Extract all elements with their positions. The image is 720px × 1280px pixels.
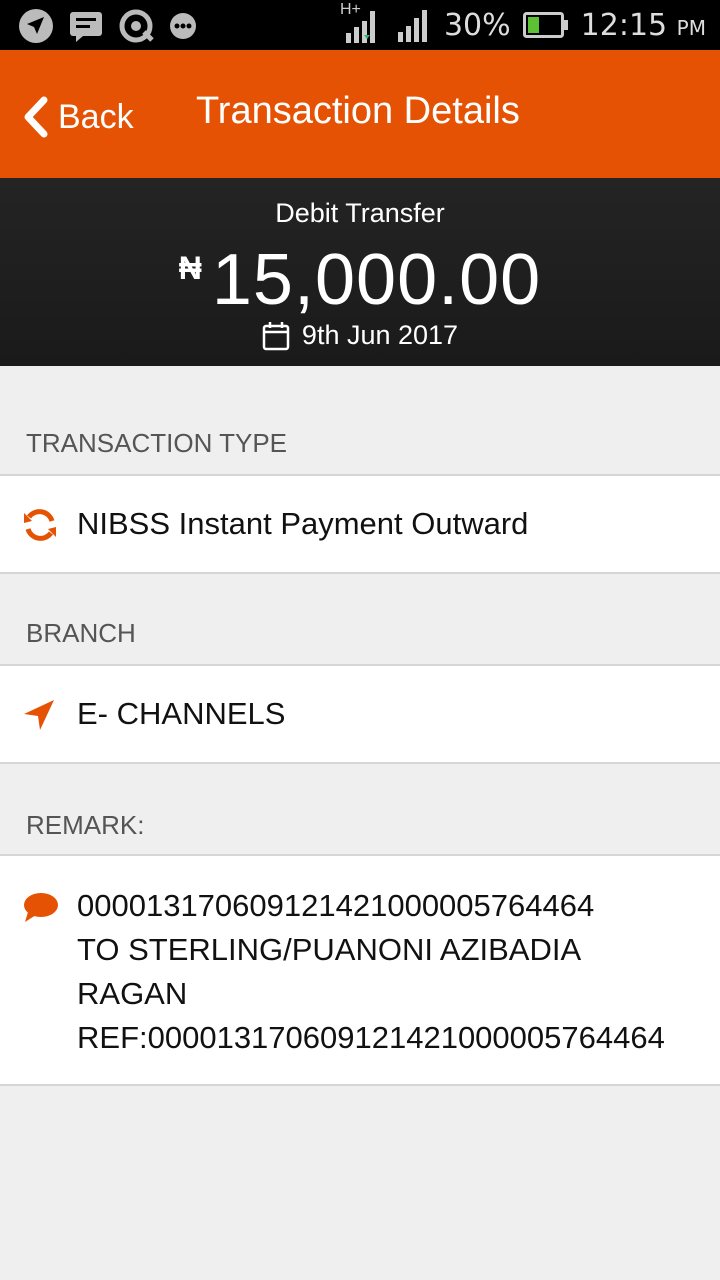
comment-icon [24,893,58,922]
transaction-date: 9th Jun 2017 [301,320,459,350]
battery-percentage: 30% [443,7,511,43]
branch-row: E- CHANNELS [0,664,720,764]
transaction-date-row: 9th Jun 2017 [0,320,720,351]
system-status: H+ 30% 12:15 PM [340,1,706,46]
signal-h-plus-icon: H+ [340,1,384,45]
calendar-icon [262,321,290,350]
transaction-kind: Debit Transfer [275,198,445,228]
transaction-summary: Debit Transfer ₦ 15,000.00 9th Jun 2017 [0,178,720,366]
remark-header: REMARK: [26,810,145,840]
branch-value: E- CHANNELS [77,696,286,731]
app-bar: Back Transaction Details [0,50,720,178]
page-title: Transaction Details [196,90,520,132]
battery-icon [522,12,568,38]
amount-display: ₦ 15,000.00 [0,240,720,320]
chevron-left-icon [24,96,48,138]
remark-row: 000013170609121421000005764464 TO STERLI… [0,854,720,1086]
sync-icon [119,9,154,43]
navigation-icon [19,9,53,43]
back-button[interactable]: Back [20,96,134,138]
notification-icons [18,8,198,44]
location-arrow-icon [24,700,54,730]
status-bar: H+ 30% 12:15 PM [0,0,720,50]
message-icon [70,12,102,42]
transaction-type-value: NIBSS Instant Payment Outward [77,506,529,541]
clock: 12:15 PM [580,7,706,43]
signal-icon [397,10,427,42]
refresh-icon [24,509,56,541]
branch-header: BRANCH [26,618,136,648]
chat-icon [170,13,196,39]
back-label: Back [58,97,134,136]
currency-symbol: ₦ [178,250,202,286]
transaction-amount: 15,000.00 [211,240,542,320]
transaction-type-header: TRANSACTION TYPE [26,428,288,458]
remark-value: 000013170609121421000005764464 TO STERLI… [77,888,665,1055]
transaction-type-row: NIBSS Instant Payment Outward [0,474,720,574]
